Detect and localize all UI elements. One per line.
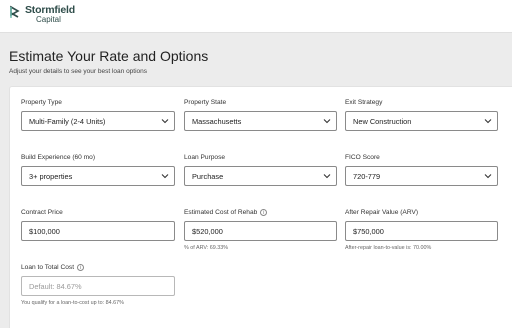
page-subtitle: Adjust your details to see your best loa… xyxy=(9,68,148,75)
ltc-qualify-hint: You qualify for a loan-to-cost up to: 84… xyxy=(21,300,124,306)
exit-strategy-value: New Construction xyxy=(353,116,412,126)
ltc-label: Loan to Total Cost i xyxy=(21,264,85,271)
chevron-down-icon xyxy=(161,174,169,179)
property-state-label-text: Property State xyxy=(184,99,227,106)
rehab-arv-percent-hint: % of ARV: 69.33% xyxy=(184,245,229,251)
contract-price-label: Contract Price xyxy=(21,209,63,216)
arv-ltv-hint: After-repair loan-to-value is: 70.00% xyxy=(345,245,432,251)
brand-subtitle: Capital xyxy=(36,15,61,24)
chevron-down-icon xyxy=(323,119,331,124)
app-header: Stormfield Capital xyxy=(0,0,512,33)
arv-label-text: After Repair Value (ARV) xyxy=(345,209,419,216)
info-icon[interactable]: i xyxy=(77,264,85,271)
ltc-placeholder: Default: 84.67% xyxy=(29,281,82,291)
fico-score-select[interactable]: 720-779 xyxy=(345,166,498,186)
stormfield-logo-icon xyxy=(10,5,20,18)
property-type-value: Multi-Family (2-4 Units) xyxy=(29,116,106,126)
property-state-value: Massachusetts xyxy=(192,116,242,126)
exit-strategy-label: Exit Strategy xyxy=(345,99,382,106)
loan-options-card: Property Type Multi-Family (2-4 Units) P… xyxy=(9,86,512,328)
property-state-select[interactable]: Massachusetts xyxy=(184,111,337,131)
chevron-down-icon xyxy=(484,119,492,124)
exit-strategy-label-text: Exit Strategy xyxy=(345,99,383,106)
chevron-down-icon xyxy=(323,174,331,179)
info-icon[interactable]: i xyxy=(260,209,268,216)
arv-label: After Repair Value (ARV) xyxy=(345,209,418,216)
property-type-label: Property Type xyxy=(21,99,62,106)
property-type-label-text: Property Type xyxy=(21,99,62,106)
fico-score-label: FICO Score xyxy=(345,154,380,161)
loan-purpose-label: Loan Purpose xyxy=(184,154,225,161)
fico-score-label-text: FICO Score xyxy=(345,154,380,161)
property-type-select[interactable]: Multi-Family (2-4 Units) xyxy=(21,111,175,131)
build-experience-value: 3+ properties xyxy=(29,171,73,181)
ltc-label-text: Loan to Total Cost xyxy=(21,264,75,271)
rehab-cost-label-text: Estimated Cost of Rehab xyxy=(184,209,258,216)
contract-price-input[interactable]: $100,000 xyxy=(21,221,175,241)
build-experience-label-text: Build Experience (60 mo) xyxy=(21,154,96,161)
build-experience-label: Build Experience (60 mo) xyxy=(21,154,95,161)
rehab-cost-value: $520,000 xyxy=(192,226,223,236)
contract-price-value: $100,000 xyxy=(29,226,60,236)
rehab-cost-label: Estimated Cost of Rehab i xyxy=(184,209,268,216)
arv-value: $750,000 xyxy=(353,226,384,236)
fico-score-value: 720-779 xyxy=(353,171,381,181)
loan-purpose-label-text: Loan Purpose xyxy=(184,154,226,161)
loan-purpose-select[interactable]: Purchase xyxy=(184,166,337,186)
exit-strategy-select[interactable]: New Construction xyxy=(345,111,498,131)
page-title: Estimate Your Rate and Options xyxy=(9,48,209,64)
chevron-down-icon xyxy=(161,119,169,124)
loan-purpose-value: Purchase xyxy=(192,171,224,181)
rehab-cost-input[interactable]: $520,000 xyxy=(184,221,337,241)
arv-input[interactable]: $750,000 xyxy=(345,221,498,241)
build-experience-select[interactable]: 3+ properties xyxy=(21,166,175,186)
contract-price-label-text: Contract Price xyxy=(21,209,63,216)
property-state-label: Property State xyxy=(184,99,226,106)
ltc-input[interactable]: Default: 84.67% xyxy=(21,276,175,296)
chevron-down-icon xyxy=(484,174,492,179)
